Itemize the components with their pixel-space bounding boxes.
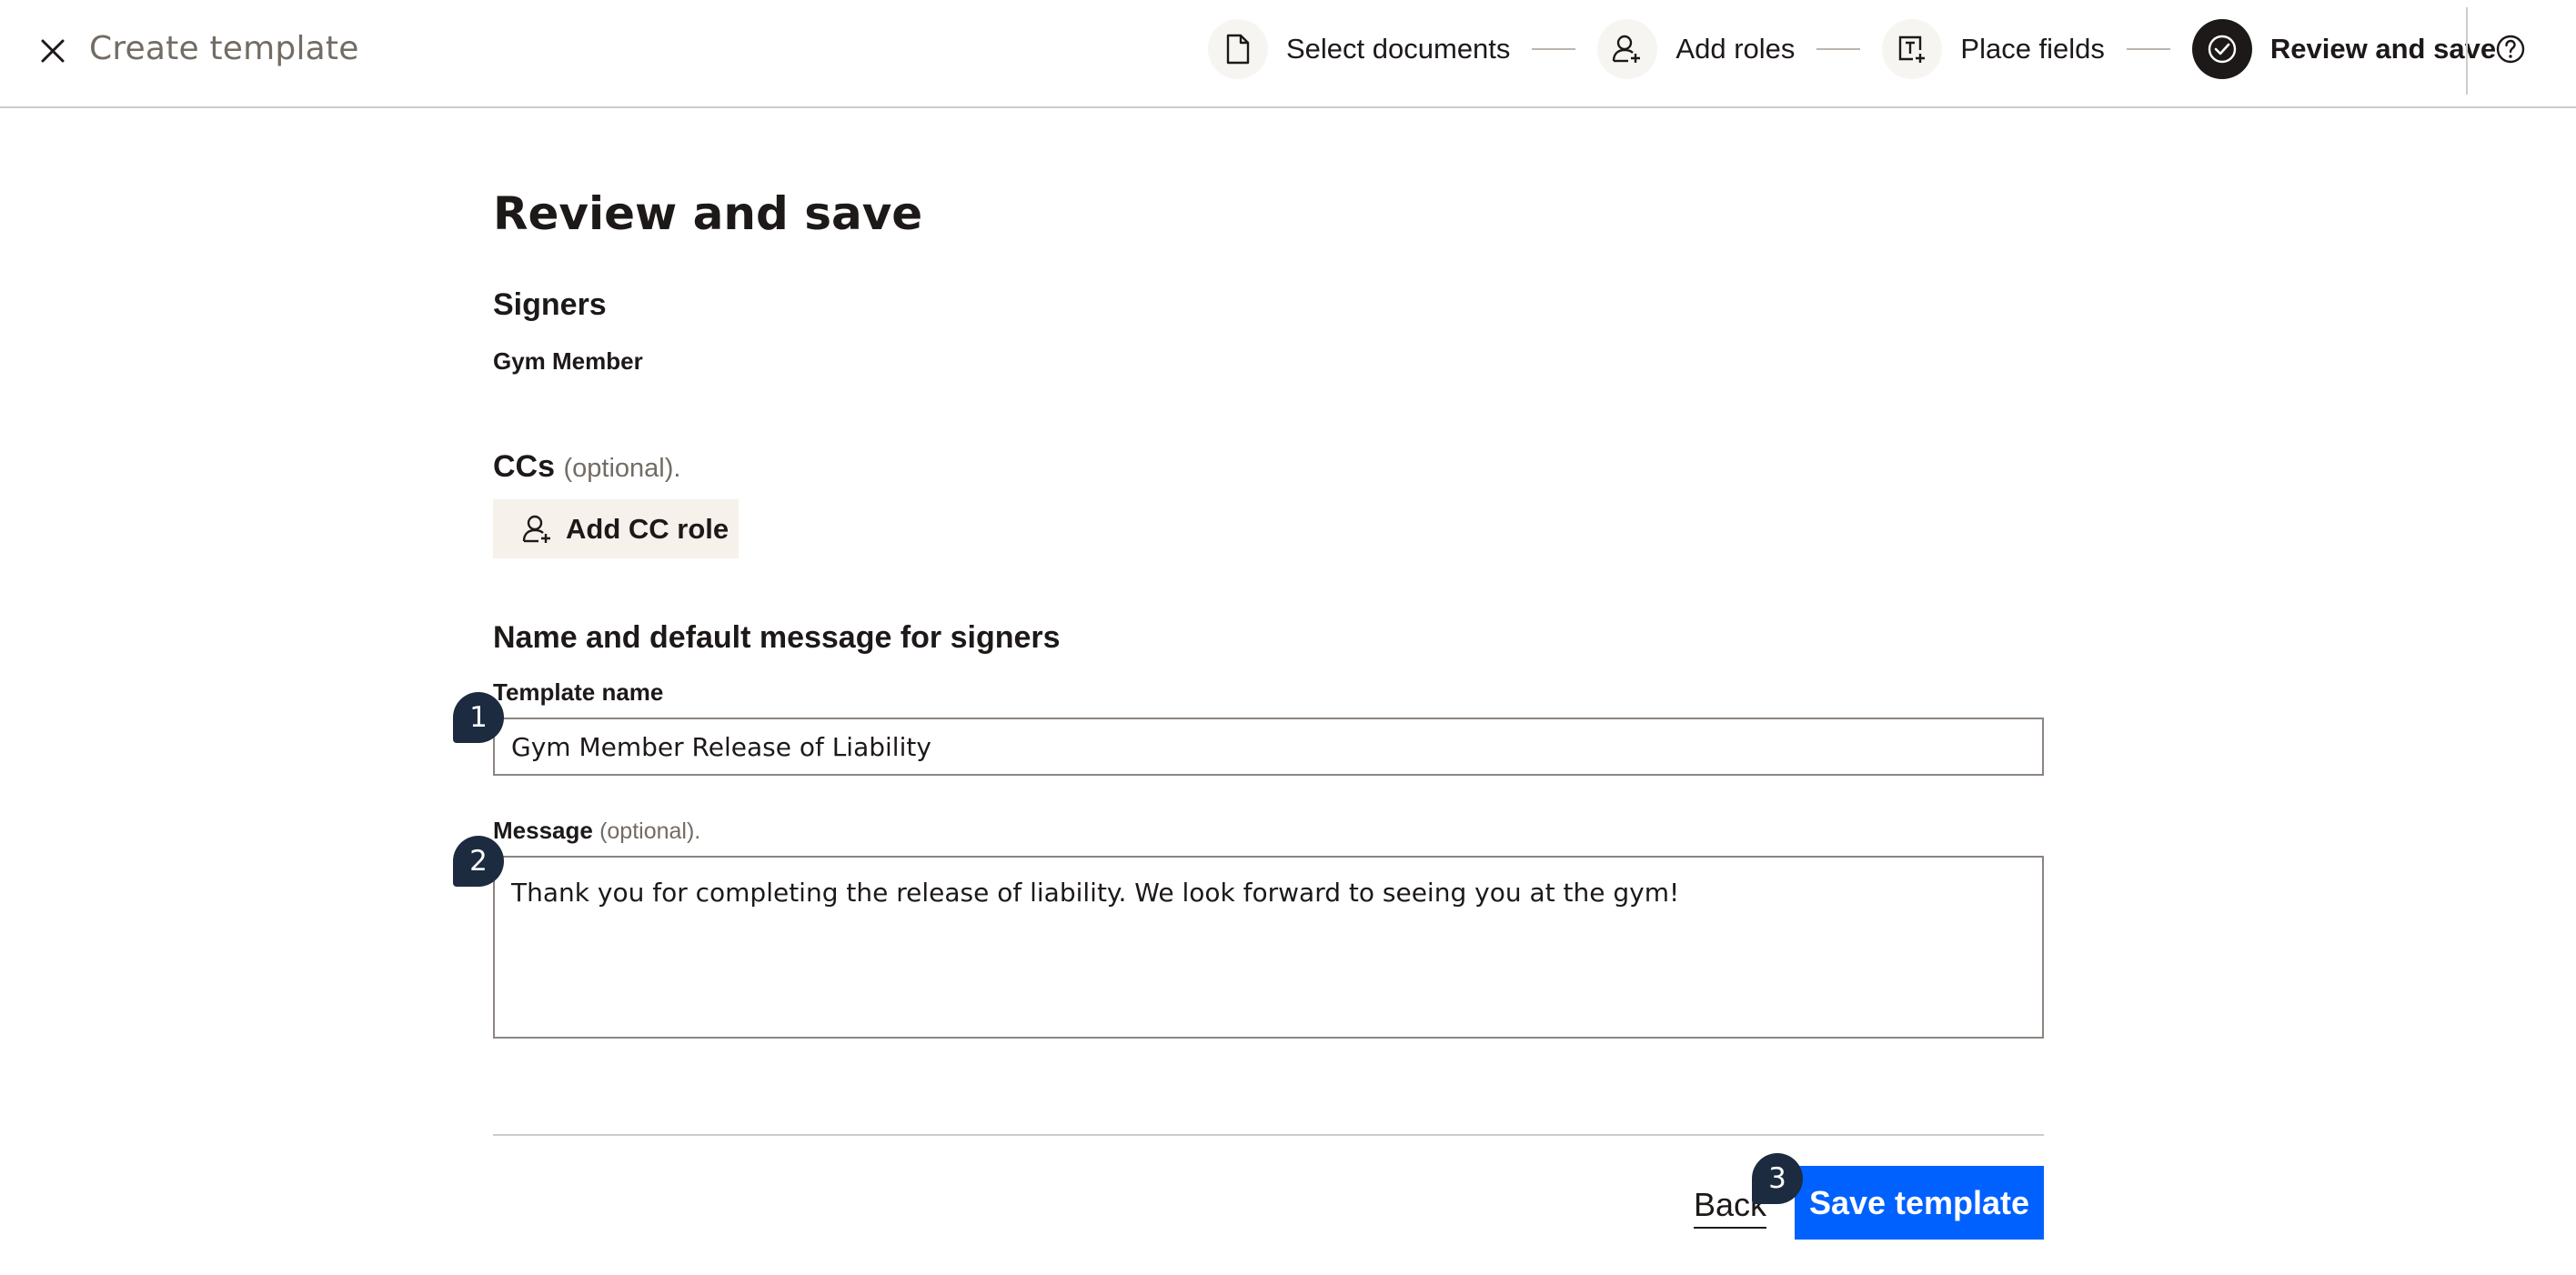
step-label: Add roles [1675,33,1796,65]
close-button[interactable] [31,29,75,73]
message-label: Message (optional). [493,814,700,848]
document-icon [1208,19,1268,79]
check-circle-icon [2191,19,2252,79]
step-place-fields[interactable]: Place fields [1882,19,2105,79]
message-textarea[interactable]: Thank you for completing the release of … [493,856,2044,1039]
message-optional-label: (optional). [599,818,701,844]
signers-heading: Signers [493,287,607,322]
text-field-icon [1882,19,1943,79]
marker-number: 1 [469,701,488,734]
step-review-and-save[interactable]: Review and save [2191,19,2497,79]
step-marker-1: 1 [453,692,504,743]
signer-role: Gym Member [493,347,643,375]
step-add-roles[interactable]: Add roles [1597,19,1795,79]
step-label: Select documents [1286,33,1511,65]
step-connector [1532,48,1576,50]
add-cc-role-label: Add CC role [566,512,730,545]
marker-number: 3 [1768,1162,1786,1195]
step-connector [1816,48,1861,50]
ccs-optional-label: (optional). [563,454,681,483]
step-connector [2126,48,2170,50]
close-icon [41,39,65,63]
progress-stepper: Select documents Add roles Place fields … [1208,18,2496,80]
page-title: Review and save [493,187,923,240]
add-cc-role-button[interactable]: Add CC role [493,499,739,558]
template-name-label: Template name [493,678,664,706]
step-label: Place fields [1960,33,2105,65]
name-message-heading: Name and default message for signers [493,620,1061,655]
marker-number: 2 [469,845,488,878]
message-label-text: Message [493,817,593,844]
ccs-heading-label: CCs [493,449,556,484]
top-bar: Create template Select documents Add rol… [0,0,2576,108]
add-person-icon [522,514,553,545]
template-name-input[interactable] [493,718,2044,776]
step-select-documents[interactable]: Select documents [1208,19,1510,79]
ccs-heading: CCs (optional). [493,447,680,488]
step-marker-3: 3 [1752,1153,1803,1204]
header-title: Create template [89,30,359,67]
add-person-icon [1597,19,1658,79]
step-marker-2: 2 [453,836,504,887]
header-divider [2466,7,2468,95]
save-template-button[interactable]: Save template [1795,1166,2044,1240]
help-button[interactable] [2489,27,2532,71]
footer-divider [493,1134,2044,1136]
step-label: Review and save [2269,33,2497,65]
help-icon [2496,35,2525,64]
